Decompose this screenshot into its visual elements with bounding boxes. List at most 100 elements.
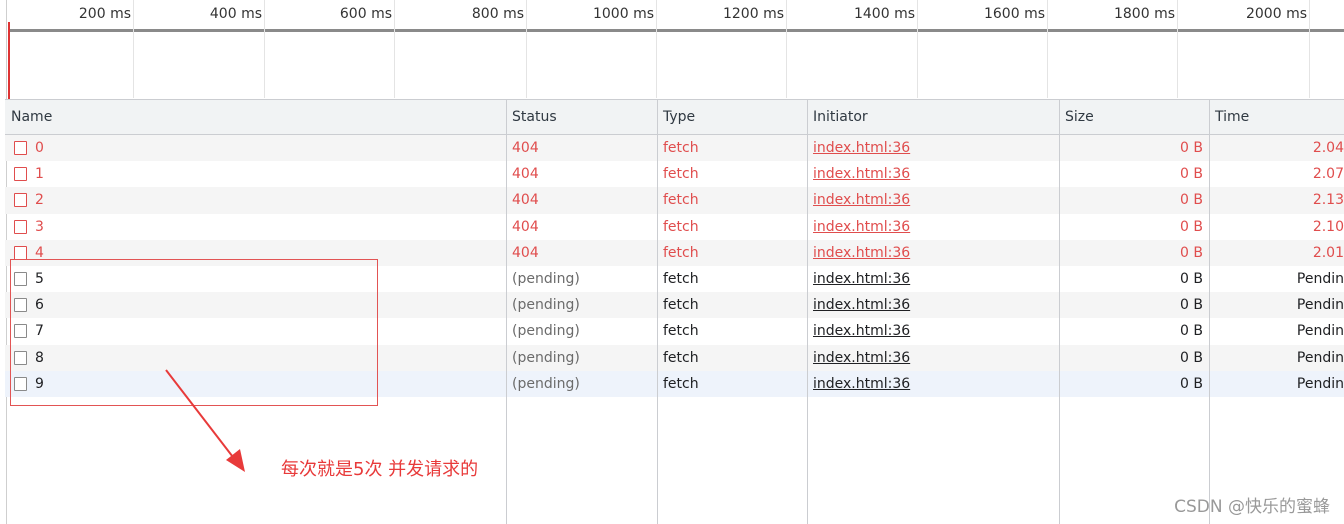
- overview-tick-label: 1000 ms: [592, 6, 654, 22]
- annotation-text: 每次就是5次 并发请求的: [281, 459, 479, 480]
- cell-status: 404: [512, 140, 539, 156]
- request-type-document-icon: [14, 141, 27, 155]
- header-col-status[interactable]: Status: [506, 100, 657, 134]
- cell-type: fetch: [663, 218, 699, 235]
- cell-status: (pending): [512, 349, 580, 366]
- cell-size: 0 B: [1180, 375, 1203, 392]
- cell-status: 404: [512, 166, 539, 183]
- cell-time: 2.07: [1312, 166, 1344, 183]
- cell-status: 404: [512, 244, 539, 261]
- column-divider[interactable]: [1059, 100, 1060, 524]
- column-divider[interactable]: [807, 100, 808, 524]
- column-divider[interactable]: [657, 100, 658, 524]
- cell-initiator[interactable]: index.html:36: [813, 345, 1053, 371]
- cell-time: 2.13: [1312, 192, 1344, 209]
- cell-status: 404: [512, 192, 539, 209]
- cell-size: 0 B: [1180, 218, 1203, 235]
- overview-gridline: [1309, 0, 1310, 98]
- cell-time: 2.10: [1312, 218, 1344, 235]
- request-row[interactable]: 0 404 fetch index.html:36 0 B 2.04: [5, 135, 1344, 162]
- cell-initiator[interactable]: index.html:36: [813, 161, 1053, 187]
- cell-type: fetch: [663, 297, 699, 314]
- cell-initiator[interactable]: index.html:36: [813, 292, 1053, 318]
- cell-type: fetch: [663, 375, 699, 392]
- cell-initiator[interactable]: index.html:36: [813, 371, 1053, 397]
- request-type-document-icon: [14, 245, 27, 260]
- overview-tick-label: 2000 ms: [1245, 6, 1307, 22]
- devtools-network-panel: 200 ms 400 ms 600 ms 800 ms 1000 ms 1200 ms 14…: [0, 0, 1344, 524]
- overview-gridline: [526, 0, 527, 98]
- request-row[interactable]: 1 404 fetch index.html:36 0 B 2.07: [5, 161, 1344, 187]
- header-col-size[interactable]: Size: [1059, 100, 1209, 134]
- overview-tick-label: 1400 ms: [853, 6, 915, 22]
- cell-initiator[interactable]: index.html:36: [813, 266, 1053, 292]
- overview-tick-label: 200 ms: [78, 6, 131, 22]
- cell-type: fetch: [663, 270, 699, 287]
- overview-gridline: [656, 0, 657, 98]
- cell-size: 0 B: [1180, 244, 1203, 261]
- request-type-document-icon: [14, 193, 27, 208]
- column-divider[interactable]: [506, 100, 507, 524]
- cell-name: 1: [35, 166, 44, 183]
- overview-tick-label: 1800 ms: [1113, 6, 1175, 22]
- cell-type: fetch: [663, 349, 699, 366]
- cell-size: 0 B: [1180, 297, 1203, 314]
- request-row[interactable]: 3 404 fetch index.html:36 0 B 2.10: [5, 214, 1344, 240]
- cell-type: fetch: [663, 244, 699, 261]
- network-overview-timeline[interactable]: 200 ms 400 ms 600 ms 800 ms 1000 ms 1200 ms 14…: [0, 0, 1344, 99]
- overview-tick-label: 400 ms: [209, 6, 262, 22]
- header-col-name[interactable]: Name: [5, 100, 506, 134]
- cell-type: fetch: [663, 140, 699, 156]
- cell-name: 0: [35, 140, 44, 156]
- cell-initiator[interactable]: index.html:36: [813, 187, 1053, 213]
- header-col-type[interactable]: Type: [657, 100, 807, 134]
- cell-initiator[interactable]: index.html:36: [813, 318, 1053, 344]
- request-type-document-icon: [14, 219, 27, 234]
- overview-gridline: [1047, 0, 1048, 98]
- cell-status: (pending): [512, 323, 580, 340]
- cell-size: 0 B: [1180, 140, 1203, 156]
- annotation-arrow-icon: [165, 369, 245, 472]
- cell-status: (pending): [512, 375, 580, 392]
- cell-time: Pendin: [1296, 270, 1344, 287]
- overview-gridline: [133, 0, 134, 98]
- cell-size: 0 B: [1180, 349, 1203, 366]
- requests-table-header: Name Status Type Initiator Size Time: [5, 100, 1344, 135]
- cell-time: Pendin: [1296, 297, 1344, 314]
- header-col-initiator[interactable]: Initiator: [807, 100, 1059, 134]
- cell-initiator[interactable]: index.html:36: [813, 214, 1053, 240]
- cell-size: 0 B: [1180, 270, 1203, 287]
- overview-tick-label: 1600 ms: [983, 6, 1045, 22]
- request-type-document-icon: [14, 167, 27, 182]
- overview-start-marker: [8, 22, 10, 99]
- cell-type: fetch: [663, 192, 699, 209]
- cell-name: 3: [35, 218, 44, 235]
- cell-name: 2: [35, 192, 44, 209]
- overview-gridline: [917, 0, 918, 98]
- request-row[interactable]: 2 404 fetch index.html:36 0 B 2.13: [5, 187, 1344, 214]
- overview-tick-label: 1200 ms: [722, 6, 784, 22]
- cell-time: 2.01: [1312, 244, 1344, 261]
- overview-tick-label: 800 ms: [471, 6, 524, 22]
- cell-initiator[interactable]: index.html:36: [813, 240, 1053, 266]
- cell-type: fetch: [663, 323, 699, 340]
- cell-size: 0 B: [1180, 323, 1203, 340]
- cell-time: Pendin: [1296, 375, 1344, 392]
- watermark: CSDN @快乐的蜜蜂: [1174, 497, 1330, 517]
- cell-size: 0 B: [1180, 192, 1203, 209]
- cell-initiator[interactable]: index.html:36: [813, 135, 1053, 161]
- header-col-time[interactable]: Time: [1209, 100, 1344, 134]
- cell-time: Pendin: [1296, 323, 1344, 340]
- cell-time: 2.04: [1312, 140, 1344, 156]
- overview-gridline: [786, 0, 787, 98]
- cell-type: fetch: [663, 166, 699, 183]
- cell-size: 0 B: [1180, 166, 1203, 183]
- overview-gridline: [394, 0, 395, 98]
- cell-time: Pendin: [1296, 349, 1344, 366]
- overview-activity-strip: [8, 29, 1344, 32]
- overview-gridline: [264, 0, 265, 98]
- cell-status: (pending): [512, 297, 580, 314]
- overview-gridline: [1177, 0, 1178, 98]
- column-divider[interactable]: [1209, 100, 1210, 524]
- cell-status: 404: [512, 218, 539, 235]
